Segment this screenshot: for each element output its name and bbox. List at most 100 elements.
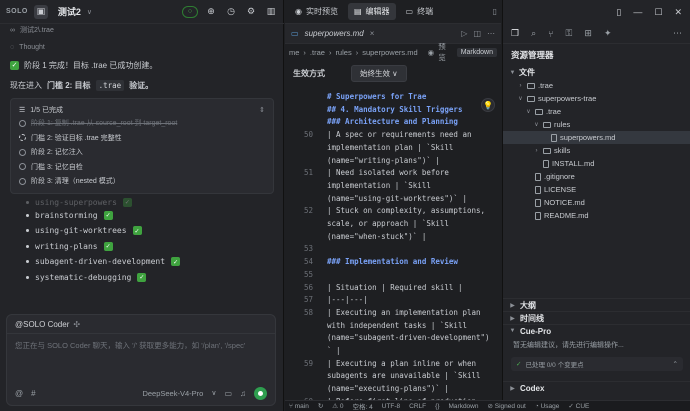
skill-list-item: brainstorming ✓ (10, 208, 274, 224)
branch-status[interactable]: ⑂ main (289, 403, 309, 410)
sidebar-icon[interactable]: ▯ (616, 7, 621, 18)
extensions-icon[interactable]: ⚿ (566, 28, 573, 39)
breadcrumb-item[interactable]: .trae (310, 48, 325, 57)
tree-file[interactable]: LICENSE (503, 183, 690, 196)
collapse-icon[interactable]: ⇕ (259, 106, 265, 114)
chevron-down-icon[interactable]: ∨ (211, 389, 216, 397)
cue-status: ✓ 已处理 0/0 个变更点 ⌃ (511, 357, 683, 371)
message-stage1: ✓ 阶段 1 完成！目标 .trae 已成功创建。 (10, 58, 274, 72)
folder-icon (543, 121, 551, 128)
tree-file[interactable]: README.md (503, 209, 690, 222)
tree-file[interactable]: INSTALL.md (503, 157, 690, 170)
todo-header[interactable]: ☰ 1/5 已完成 ⇕ (19, 103, 265, 116)
tree-file[interactable]: superpowers.md (503, 131, 690, 144)
breadcrumb-item[interactable]: rules (335, 48, 351, 57)
explorer-panel: ▯ — ☐ ✕ ❐ ⌕ ⑂ ⚿ ⊞ ✦ ⋯ 资源管理器 ▼ 文件 › .trae ∨ s… (502, 0, 690, 400)
tree-file[interactable]: .gitignore (503, 170, 690, 183)
tree-folder[interactable]: ∨ superpowers-trae (503, 92, 690, 105)
effect-dropdown[interactable]: 始终生效 ∨ (351, 64, 407, 82)
breadcrumb-item[interactable]: me (289, 48, 299, 57)
tree-folder[interactable]: ∨ rules (503, 118, 690, 131)
tree-folder[interactable]: ∨ .trae (503, 105, 690, 118)
tool-call-row[interactable]: ∞ 测试2\.trae (10, 24, 274, 36)
run-icon[interactable]: ▷ (461, 29, 467, 38)
braces-icon[interactable]: {} (435, 403, 439, 410)
tab-realtime-preview[interactable]: ◉ 实时预览 (289, 3, 344, 20)
file-tab[interactable]: superpowers.md (305, 29, 364, 38)
tab-editor[interactable]: ▤ 编辑器 (347, 3, 396, 20)
usage-status[interactable]: ◔ Usage (535, 403, 560, 410)
warnings-count[interactable]: ⚠ 0 (332, 402, 343, 410)
skill-list-item: using-git-worktrees ✓ (10, 223, 274, 239)
chevron-up-icon[interactable]: ⌃ (673, 360, 678, 368)
outline-section[interactable]: ▶ 大纲 (503, 298, 690, 311)
split-view-icon[interactable]: ▥ (264, 5, 278, 19)
markdown-button[interactable]: Markdown (456, 47, 497, 57)
timeline-section[interactable]: ▶ 时间线 (503, 311, 690, 324)
account-status[interactable]: ⊘ Signed out (487, 402, 525, 410)
tree-folder[interactable]: › .trae (503, 79, 690, 92)
codex-section[interactable]: ▶ Codex (503, 381, 690, 394)
mic-icon[interactable]: ♫ (240, 389, 246, 398)
chevron-down-icon[interactable]: ∨ (87, 8, 92, 16)
chat-messages: ∞ 测试2\.trae ◌ Thought ✓ 阶段 1 完成！目标 .trae… (0, 24, 284, 314)
close-icon[interactable]: ✕ (674, 7, 682, 18)
tab-terminal[interactable]: ▭ 终端 (400, 3, 440, 20)
language-mode[interactable]: Markdown (449, 403, 479, 410)
editor-mode-tabs: ◉ 实时预览 ▤ 编辑器 ▭ 终端 ▯ (285, 0, 501, 24)
chat-composer: @SOLO Coder ✣ 您正在与 SOLO Coder 聊天，输入 '/' … (6, 314, 276, 406)
chat-input[interactable]: 您正在与 SOLO Coder 聊天，输入 '/' 获取更多能力，如 '/pla… (7, 334, 275, 357)
files-icon[interactable]: ❐ (511, 28, 519, 39)
more-icon[interactable]: ⋯ (487, 29, 495, 38)
tree-file[interactable]: NOTICE.md (503, 196, 690, 209)
panel-toggle-icon[interactable]: ▯ (493, 7, 497, 16)
thought-row[interactable]: ◌ Thought (10, 40, 274, 54)
file-icon (535, 198, 541, 207)
at-icon[interactable]: @ (15, 389, 23, 398)
progress-status-icon[interactable]: ○ (182, 5, 198, 18)
skill-list-item: subagent-driven-development ✓ (10, 254, 274, 270)
lightbulb-icon[interactable]: 💡 (481, 98, 495, 112)
sparkle-icon[interactable]: ✦ (604, 28, 612, 39)
file-tab-bar: ▭ superpowers.md × ▷ ◫ ⋯ (285, 24, 501, 44)
breadcrumb-item[interactable]: superpowers.md (362, 48, 417, 57)
model-selector[interactable]: DeepSeek-V4-Pro (142, 389, 203, 398)
source-control-icon[interactable]: ⑂ (548, 29, 553, 39)
grid-icon[interactable]: ⊞ (584, 28, 592, 39)
layout-icon[interactable]: ▣ (33, 4, 48, 19)
maximize-icon[interactable]: ☐ (654, 7, 662, 18)
cue-section[interactable]: ▼ Cue-Pro (503, 324, 690, 337)
cue-status-item[interactable]: ✓ CUE (568, 402, 589, 410)
session-title[interactable]: 测试2 (58, 5, 81, 18)
more-icon[interactable]: ⋯ (673, 28, 682, 39)
indent-setting[interactable]: 空格: 4 (353, 401, 373, 411)
line-number: 53 (303, 244, 313, 254)
new-chat-icon[interactable]: ⊕ (204, 5, 218, 19)
send-button[interactable] (254, 386, 267, 400)
eol-setting[interactable]: CRLF (409, 403, 426, 410)
bottom-sections: ▶ 大纲 ▶ 时间线 ▼ Cue-Pro 暂无编辑建议，请先进行编辑操作... ✓ 已处… (503, 298, 690, 394)
code-line: | Stuck on complexity, assumptions, (327, 206, 486, 216)
minimize-icon[interactable]: — (633, 7, 642, 17)
tree-folder[interactable]: › skills (503, 144, 690, 157)
todo-item: 门槛 2: 验证目标 .trae 完整性 (19, 131, 265, 146)
status-bar: ⑂ main ↻ ⚠ 0 空格: 4 UTF-8 CRLF {} Markdow… (285, 400, 690, 411)
check-icon: ✓ (171, 257, 181, 267)
history-icon[interactable]: ◷ (224, 5, 238, 19)
code-view[interactable]: # Superpowers for Trae ## 4. Mandatory Sk… (285, 88, 501, 400)
line-number: 52 (303, 206, 313, 216)
files-section-header[interactable]: ▼ 文件 (503, 66, 690, 79)
encoding-setting[interactable]: UTF-8 (382, 403, 400, 410)
search-icon[interactable]: ⌕ (531, 28, 536, 39)
line-number: 51 (303, 168, 313, 178)
split-icon[interactable]: ◫ (473, 29, 481, 38)
image-icon[interactable]: ▭ (224, 389, 232, 398)
code-line: | Need isolated work before (327, 168, 449, 178)
agent-mention[interactable]: @SOLO Coder (15, 320, 69, 329)
chevron-down-icon: ∨ (518, 96, 523, 102)
hash-icon[interactable]: # (31, 389, 35, 398)
close-icon[interactable]: × (370, 29, 375, 38)
sync-icon[interactable]: ↻ (318, 402, 323, 410)
preview-link[interactable]: 预览 (438, 41, 453, 63)
settings-icon[interactable]: ⚙ (244, 5, 258, 19)
